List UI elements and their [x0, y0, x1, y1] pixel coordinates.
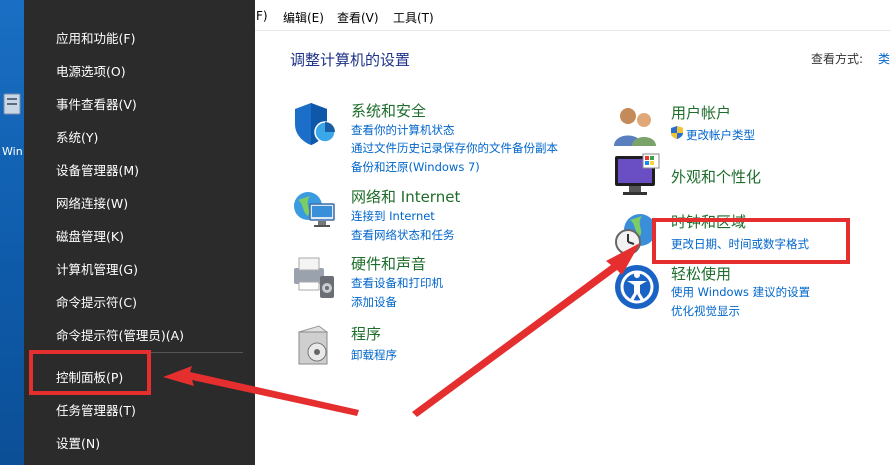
- category-hardware-sound[interactable]: 硬件和声音: [351, 253, 426, 274]
- desktop-icon-label: Win: [2, 145, 23, 158]
- winx-item-network-connections[interactable]: 网络连接(W): [56, 193, 128, 212]
- winx-item-command-prompt[interactable]: 命令提示符(C): [56, 292, 137, 311]
- desktop-background: Win: [0, 0, 24, 465]
- winx-item-computer-management[interactable]: 计算机管理(G): [56, 259, 138, 278]
- link-network-status[interactable]: 查看网络状态和任务: [351, 227, 455, 243]
- winx-item-device-manager[interactable]: 设备管理器(M): [56, 160, 139, 179]
- category-ease-of-access[interactable]: 轻松使用: [671, 263, 731, 284]
- menu-tools[interactable]: 工具(T): [393, 9, 434, 26]
- menu-edit[interactable]: 编辑(E): [283, 9, 324, 26]
- annotation-box-control-panel: [29, 350, 151, 395]
- link-file-history[interactable]: 通过文件历史记录保存你的文件备份副本: [351, 140, 558, 156]
- category-appearance-personalization[interactable]: 外观和个性化: [671, 166, 761, 187]
- ease-of-access-icon[interactable]: [613, 263, 661, 311]
- winx-item-disk-management[interactable]: 磁盘管理(K): [56, 226, 124, 245]
- computer-icon[interactable]: [2, 92, 22, 120]
- winx-quick-link-menu: 应用和功能(F) 电源选项(O) 事件查看器(V) 系统(Y) 设备管理器(M)…: [24, 0, 255, 465]
- link-connect-internet[interactable]: 连接到 Internet: [351, 208, 435, 224]
- shield-icon[interactable]: [291, 100, 339, 148]
- window-menu-bar: F) 编辑(E) 查看(V) 工具(T): [254, 0, 890, 31]
- view-by-dropdown[interactable]: 类: [878, 50, 890, 67]
- link-devices-printers[interactable]: 查看设备和打印机: [351, 275, 443, 291]
- network-globe-icon[interactable]: [290, 186, 338, 234]
- link-change-account-type[interactable]: 更改帐户类型: [686, 127, 755, 143]
- printer-icon[interactable]: [290, 252, 338, 300]
- category-user-accounts[interactable]: 用户帐户: [671, 102, 731, 123]
- link-view-computer-status[interactable]: 查看你的计算机状态: [351, 122, 455, 138]
- winx-item-event-viewer[interactable]: 事件查看器(V): [56, 94, 137, 113]
- winx-item-settings[interactable]: 设置(N): [56, 433, 100, 452]
- programs-icon[interactable]: [293, 322, 341, 370]
- annotation-box-date-time-link: [652, 218, 850, 264]
- winx-item-task-manager[interactable]: 任务管理器(T): [56, 400, 136, 419]
- winx-item-system[interactable]: 系统(Y): [56, 127, 98, 146]
- winx-item-power-options[interactable]: 电源选项(O): [56, 61, 126, 80]
- winx-item-apps-features[interactable]: 应用和功能(F): [56, 28, 135, 47]
- uac-shield-icon: [671, 126, 683, 139]
- menu-file[interactable]: F): [256, 9, 268, 23]
- personalization-monitor-icon[interactable]: [613, 152, 661, 200]
- category-network-internet[interactable]: 网络和 Internet: [351, 186, 460, 207]
- category-programs[interactable]: 程序: [351, 323, 381, 344]
- link-optimize-visual-display[interactable]: 优化视觉显示: [671, 303, 740, 319]
- link-add-device[interactable]: 添加设备: [351, 294, 397, 310]
- link-uninstall-program[interactable]: 卸载程序: [351, 347, 397, 363]
- view-by-label: 查看方式:: [811, 52, 864, 66]
- category-system-security[interactable]: 系统和安全: [351, 100, 426, 121]
- link-backup-restore[interactable]: 备份和还原(Windows 7): [351, 159, 480, 175]
- menu-view[interactable]: 查看(V): [337, 9, 379, 26]
- annotation-arrow-to-date-time: [412, 243, 640, 417]
- winx-item-command-prompt-admin[interactable]: 命令提示符(管理员)(A): [56, 325, 184, 344]
- page-title: 调整计算机的设置: [290, 51, 411, 69]
- link-use-recommended-settings[interactable]: 使用 Windows 建议的设置: [671, 284, 810, 300]
- users-icon[interactable]: [612, 102, 660, 150]
